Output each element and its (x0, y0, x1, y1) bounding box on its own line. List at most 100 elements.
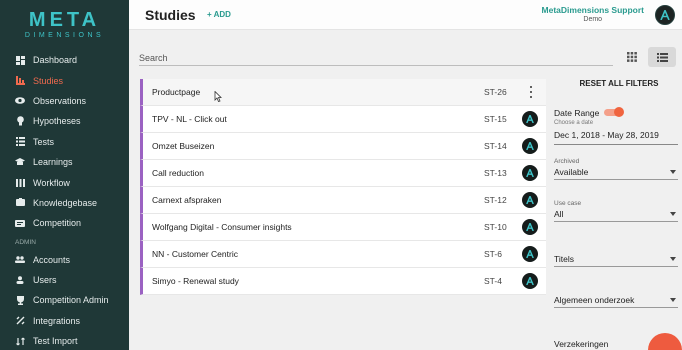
study-title: TPV - NL - Click out (152, 114, 227, 124)
study-title: Simyo - Renewal study (152, 276, 239, 286)
date-range-input[interactable]: Dec 1, 2018 - May 28, 2019 (554, 130, 678, 145)
date-range-hint: Choose a date (554, 120, 594, 126)
algemeen-onderzoek-select[interactable]: Algemeen onderzoek (554, 293, 678, 308)
studies-icon (15, 76, 25, 86)
study-id: ST-14 (484, 141, 507, 151)
sidebar-item-label: Hypotheses (33, 116, 81, 127)
sidebar-item-knowledgebase[interactable]: Knowledgebase (0, 193, 129, 213)
tests-icon (15, 137, 25, 147)
table-row[interactable]: Simyo - Renewal study ST-4 (140, 268, 546, 295)
sidebar-item-label: Integrations (33, 315, 81, 326)
sidebar-item-studies[interactable]: Studies (0, 70, 129, 90)
sidebar-item-competition[interactable]: Competition (0, 213, 129, 233)
table-row[interactable]: Omzet Buseizen ST-14 (140, 133, 546, 160)
owner-avatar (522, 246, 538, 262)
study-id: ST-10 (484, 222, 507, 232)
user-avatar[interactable] (655, 5, 675, 25)
sidebar-item-dashboard[interactable]: Dashboard (0, 50, 129, 70)
top-header: Studies + ADD MetaDimensions Support Dem… (129, 0, 682, 30)
sidebar-item-accounts[interactable]: Accounts (0, 250, 129, 270)
sidebar-item-learnings[interactable]: Learnings (0, 152, 129, 172)
brand-name: META (28, 8, 101, 31)
sidebar-item-hypotheses[interactable]: Hypotheses (0, 111, 129, 131)
list-view-button[interactable] (648, 47, 676, 67)
chevron-down-icon (670, 257, 676, 261)
sidebar-item-observations[interactable]: Observations (0, 91, 129, 111)
table-row[interactable]: Call reduction ST-13 (140, 160, 546, 187)
add-study-button[interactable]: + ADD (207, 10, 231, 19)
study-title: Wolfgang Digital - Consumer insights (152, 222, 292, 232)
use-case-select[interactable]: Use case All (554, 200, 678, 222)
owner-avatar (522, 219, 538, 235)
learnings-icon (15, 157, 25, 167)
integrations-icon (15, 316, 25, 326)
study-id: ST-4 (484, 276, 502, 286)
sidebar-item-users[interactable]: Users (0, 270, 129, 290)
titels-select[interactable]: Titels (554, 252, 678, 267)
reset-filters-button[interactable]: RESET ALL FILTERS (560, 79, 678, 88)
search-bar (139, 48, 613, 66)
sidebar-item-label: Observations (33, 95, 87, 106)
brand-logo[interactable]: META DIMENSIONS (0, 0, 129, 48)
study-id: ST-15 (484, 114, 507, 124)
table-row[interactable]: TPV - NL - Click out ST-15 (140, 106, 546, 133)
table-row[interactable]: Productpage ST-26 (140, 79, 546, 106)
knowledgebase-icon (15, 198, 25, 208)
avatar-logo-icon (660, 10, 670, 20)
bulb-icon (15, 116, 25, 126)
sidebar: META DIMENSIONS Dashboard Studies Observ… (0, 0, 129, 350)
table-row[interactable]: Carnext afspraken ST-12 (140, 187, 546, 214)
date-range-filter: Date Range Choose a date Dec 1, 2018 - M… (554, 107, 678, 145)
study-id: ST-26 (484, 87, 507, 97)
competition-icon (15, 218, 25, 228)
sidebar-item-integrations[interactable]: Integrations (0, 311, 129, 331)
dashboard-icon (15, 55, 25, 65)
floating-action-button[interactable] (648, 333, 682, 350)
select-value: Available (554, 167, 589, 177)
import-icon (15, 336, 25, 346)
sidebar-item-workflow[interactable]: Workflow (0, 172, 129, 192)
select-value: Titels (554, 254, 574, 264)
study-title: Omzet Buseizen (152, 141, 215, 151)
study-id: ST-6 (484, 249, 502, 259)
search-input[interactable] (139, 49, 613, 63)
select-value: Algemeen onderzoek (554, 295, 635, 305)
workflow-icon (15, 178, 25, 188)
table-row[interactable]: NN - Customer Centric ST-6 (140, 241, 546, 268)
page-title: Studies (145, 7, 196, 23)
main-nav: Dashboard Studies Observations Hypothese… (0, 50, 129, 350)
archived-select[interactable]: Archived Available (554, 158, 678, 180)
more-menu-icon[interactable] (529, 86, 533, 98)
sidebar-item-competition-admin[interactable]: Competition Admin (0, 290, 129, 310)
trophy-icon (15, 295, 25, 305)
sidebar-item-label: Competition (33, 218, 82, 229)
chevron-down-icon (670, 298, 676, 302)
sidebar-item-label: Knowledgebase (33, 197, 98, 208)
owner-avatar (522, 138, 538, 154)
grid-icon (627, 52, 637, 62)
owner-avatar (522, 273, 538, 289)
sidebar-item-test-import[interactable]: Test Import (0, 331, 129, 350)
sidebar-item-label: Studies (33, 75, 64, 86)
filters-panel: RESET ALL FILTERS Date Range Choose a da… (554, 79, 678, 349)
sidebar-item-label: Learnings (33, 157, 73, 168)
user-name: MetaDimensions Support (541, 5, 644, 15)
brand-subtitle: DIMENSIONS (24, 31, 105, 39)
sidebar-item-label: Competition Admin (33, 295, 109, 306)
studies-list: Productpage ST-26 TPV - NL - Click out S… (140, 79, 546, 295)
mouse-cursor-icon (214, 89, 224, 102)
sidebar-item-tests[interactable]: Tests (0, 132, 129, 152)
owner-avatar (522, 192, 538, 208)
study-id: ST-13 (484, 168, 507, 178)
study-title: Productpage (152, 87, 201, 97)
select-value: All (554, 209, 564, 219)
grid-view-button[interactable] (625, 50, 639, 64)
select-label: Use case (554, 200, 582, 207)
eye-icon (15, 96, 25, 106)
select-label: Archived (554, 158, 580, 165)
study-title: Carnext afspraken (152, 195, 222, 205)
owner-avatar (522, 111, 538, 127)
user-info[interactable]: MetaDimensions Support Demo (542, 5, 644, 23)
date-range-toggle[interactable] (602, 107, 624, 117)
table-row[interactable]: Wolfgang Digital - Consumer insights ST-… (140, 214, 546, 241)
